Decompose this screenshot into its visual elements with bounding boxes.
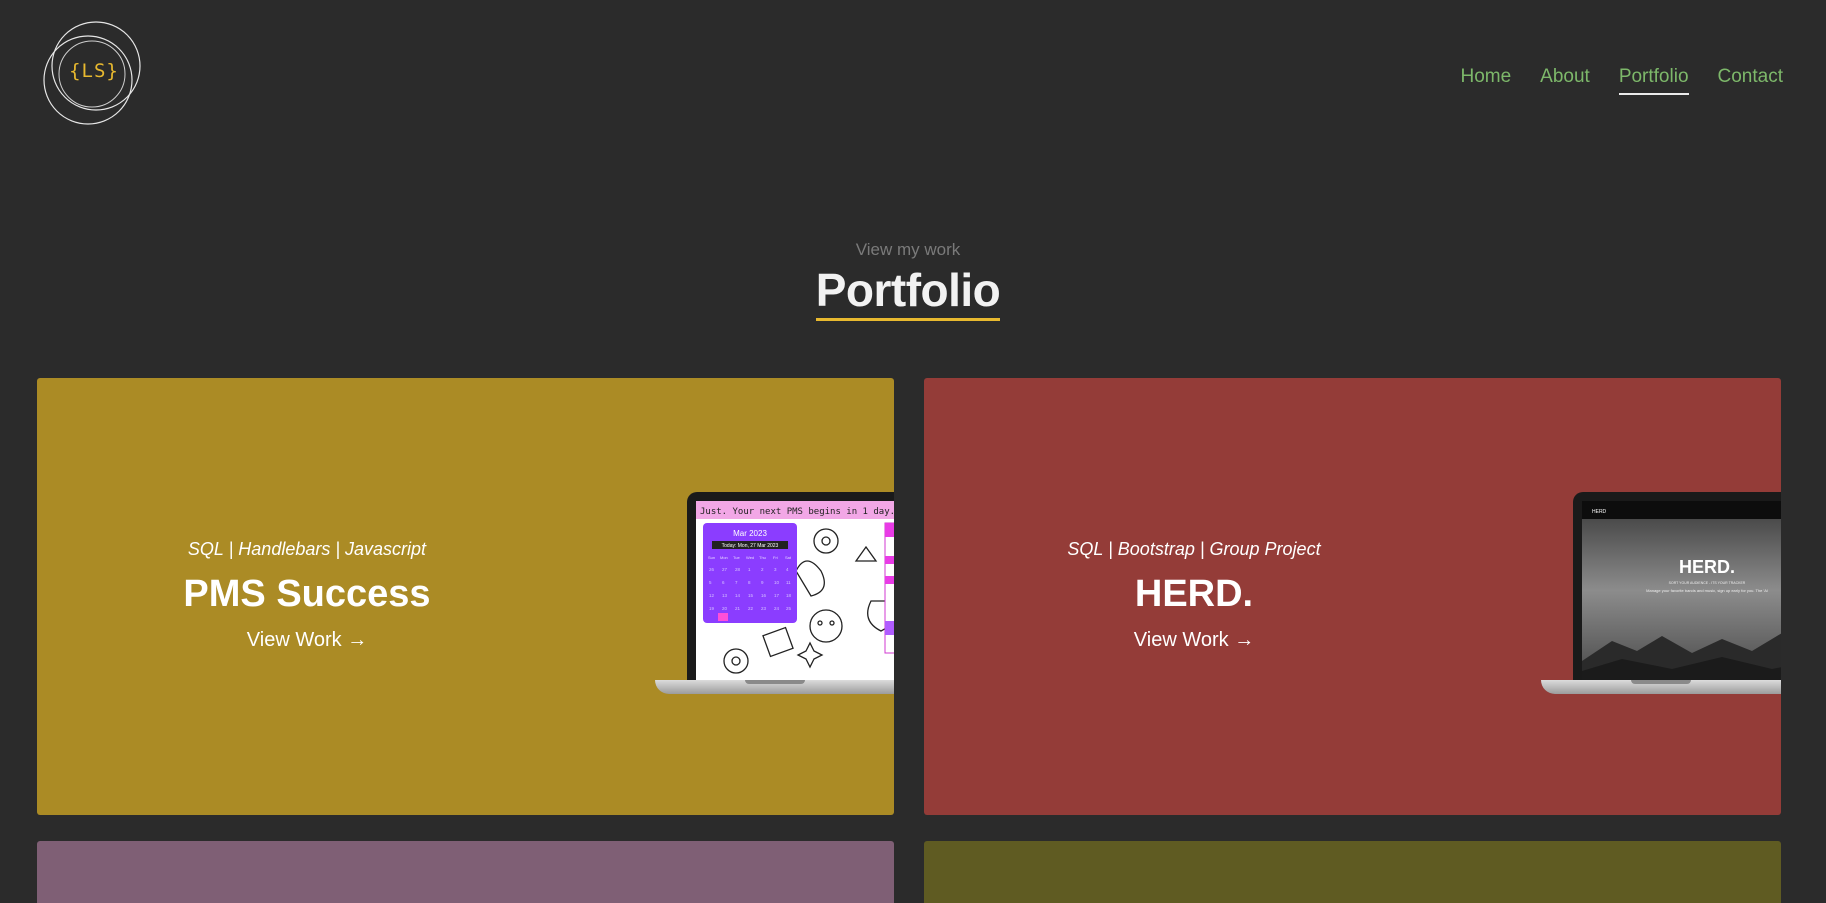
- logo-text: {LS}: [69, 60, 119, 82]
- pms-success-screenshot: Just. Your next PMS begins in 1 day. Mar: [696, 501, 894, 680]
- portfolio-heading: View my work Portfolio: [0, 240, 1816, 321]
- site-logo[interactable]: {LS}: [36, 18, 152, 130]
- svg-text:27: 27: [722, 567, 728, 572]
- svg-text:24: 24: [774, 606, 780, 611]
- nav-link-home[interactable]: Home: [1460, 66, 1511, 95]
- herd-screenshot: HERD HERD. SORT YOUR AUDIENCE - ITS YOUR…: [1582, 501, 1781, 680]
- svg-text:Tue: Tue: [733, 555, 741, 560]
- svg-text:10: 10: [774, 580, 780, 585]
- screen-banner: Just. Your next PMS begins in 1 day.: [700, 507, 894, 517]
- calendar-today: Today: Mon, 27 Mar 2023: [722, 543, 779, 549]
- svg-text:Sat: Sat: [785, 555, 792, 560]
- project-card-text: SQL | Handlebars | Javascript PMS Succes…: [147, 538, 467, 652]
- laptop-mockup: HERD HERD. SORT YOUR AUDIENCE - ITS YOUR…: [1541, 492, 1781, 694]
- herd-screenshot-art: HERD HERD. SORT YOUR AUDIENCE - ITS YOUR…: [1582, 501, 1781, 680]
- laptop-lid: Just. Your next PMS begins in 1 day. Mar: [687, 492, 894, 680]
- svg-text:14: 14: [735, 593, 741, 598]
- svg-text:16: 16: [761, 593, 767, 598]
- svg-text:Sun: Sun: [708, 555, 715, 560]
- screen-hero-subtitle: SORT YOUR AUDIENCE - ITS YOUR TRACKER: [1669, 581, 1746, 585]
- laptop-mockup: Just. Your next PMS begins in 1 day. Mar: [655, 492, 894, 694]
- svg-text:23: 23: [761, 606, 767, 611]
- laptop-base: [1541, 680, 1781, 694]
- svg-text:20: 20: [722, 606, 728, 611]
- project-card-herd[interactable]: SQL | Bootstrap | Group Project HERD. Vi…: [924, 378, 1781, 815]
- nav-link-about[interactable]: About: [1540, 66, 1590, 95]
- project-tags: SQL | Bootstrap | Group Project: [1067, 539, 1321, 559]
- svg-text:18: 18: [786, 593, 792, 598]
- main-navigation: Home About Portfolio Contact: [1460, 66, 1783, 95]
- svg-text:28: 28: [735, 567, 741, 572]
- svg-text:13: 13: [722, 593, 728, 598]
- nav-link-portfolio[interactable]: Portfolio: [1618, 66, 1689, 95]
- view-work-link[interactable]: View Work →: [247, 628, 367, 652]
- project-tags: SQL | Handlebars | Javascript: [187, 539, 427, 559]
- calendar-month: Mar 2023: [733, 529, 767, 538]
- svg-text:15: 15: [748, 593, 754, 598]
- laptop-base: [655, 680, 894, 694]
- project-title: HERD.: [1134, 573, 1254, 615]
- pms-success-screenshot-art: Just. Your next PMS begins in 1 day. Mar: [696, 501, 894, 680]
- svg-text:25: 25: [786, 606, 792, 611]
- svg-text:17: 17: [774, 593, 780, 598]
- svg-text:21: 21: [735, 606, 741, 611]
- laptop-lid: HERD HERD. SORT YOUR AUDIENCE - ITS YOUR…: [1573, 492, 1781, 680]
- svg-text:26: 26: [709, 567, 715, 572]
- svg-text:12: 12: [709, 593, 715, 598]
- nav-link-contact[interactable]: Contact: [1718, 66, 1783, 95]
- svg-text:Mon: Mon: [720, 555, 728, 560]
- project-card-text: SQL | Bootstrap | Group Project HERD. Vi…: [1024, 538, 1364, 652]
- project-card-pms-success[interactable]: SQL | Handlebars | Javascript PMS Succes…: [37, 378, 894, 815]
- screen-hero-text: Manage your favorite bands and music, si…: [1646, 588, 1768, 593]
- section-kicker: View my work: [855, 240, 961, 259]
- screen-nav-brand: HERD: [1592, 509, 1607, 515]
- svg-text:Wed: Wed: [746, 555, 754, 560]
- project-card-4[interactable]: [924, 841, 1781, 903]
- svg-text:22: 22: [748, 606, 754, 611]
- project-title: PMS Success: [183, 573, 431, 615]
- svg-text:11: 11: [786, 580, 791, 585]
- section-title: Portfolio: [815, 264, 1001, 316]
- view-work-link[interactable]: View Work →: [1134, 628, 1254, 652]
- svg-text:19: 19: [709, 606, 715, 611]
- screen-hero-title: HERD.: [1679, 557, 1735, 577]
- svg-text:Thu: Thu: [759, 555, 766, 560]
- project-card-3[interactable]: [37, 841, 894, 903]
- svg-text:Fri: Fri: [773, 555, 778, 560]
- section-title-underline: Portfolio: [815, 263, 1001, 321]
